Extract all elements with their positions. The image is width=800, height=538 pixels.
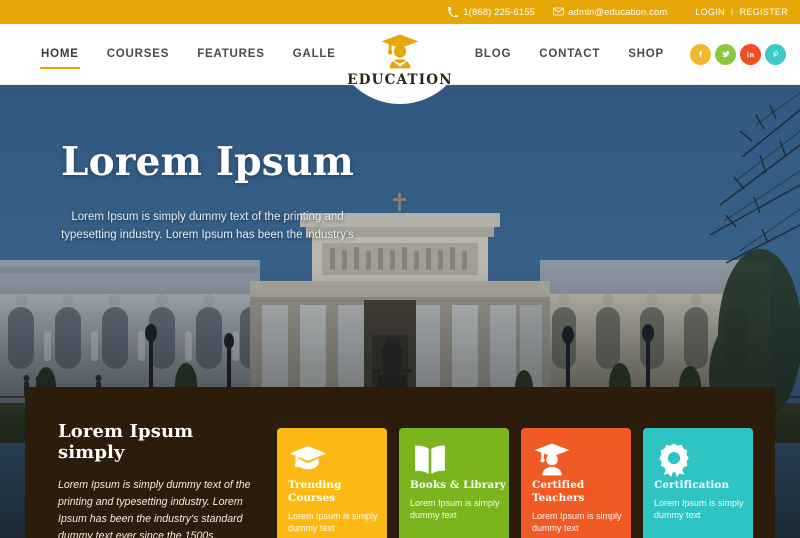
- award-ribbon-icon: [654, 441, 753, 479]
- feature-card-trending-courses[interactable]: Trending Courses Lorem Ipsum is simply d…: [277, 428, 387, 538]
- panel-text-block: Lorem Ipsum simply Lorem Ipsum is simply…: [25, 387, 277, 538]
- phone-contact[interactable]: 1(868) 225-6155: [448, 7, 535, 18]
- feature-cards: Trending Courses Lorem Ipsum is simply d…: [277, 387, 753, 538]
- nav-item-features[interactable]: FEATURES: [183, 43, 279, 65]
- card-title: Trending Courses: [288, 479, 342, 504]
- panel-title: Lorem Ipsum simply: [58, 421, 194, 463]
- nav-item-shop[interactable]: SHOP: [614, 43, 678, 65]
- feature-card-certification[interactable]: Certification Lorem Ipsum is simply dumm…: [643, 428, 753, 538]
- card-title: Books & Library: [410, 479, 507, 491]
- nav-item-courses[interactable]: COURSES: [93, 43, 183, 65]
- nav-item-contact[interactable]: CONTACT: [525, 43, 614, 65]
- top-bar: 1(868) 225-6155 admin@education.com LOGI…: [0, 0, 800, 24]
- phone-number: 1(868) 225-6155: [463, 6, 536, 18]
- features-panel: Lorem Ipsum simply Lorem Ipsum is simply…: [25, 387, 775, 538]
- linkedin-icon[interactable]: [740, 43, 761, 65]
- hero-subtitle: Lorem Ipsum is simply dummy text of the …: [61, 211, 354, 241]
- card-title: Certified Teachers: [532, 479, 585, 504]
- logo-text: EDUCATION: [347, 72, 453, 88]
- twitter-icon[interactable]: [715, 43, 736, 65]
- feature-card-certified-teachers[interactable]: Certified Teachers Lorem Ipsum is simply…: [521, 428, 631, 538]
- graduate-cap-person-icon: [379, 31, 421, 71]
- feature-card-books-library[interactable]: Books & Library Lorem Ipsum is simply du…: [399, 428, 509, 538]
- card-description: Lorem Ipsum is simply dummy text: [532, 511, 622, 533]
- auth-separator: I: [730, 7, 734, 17]
- card-description: Lorem Ipsum is simply dummy text: [654, 498, 744, 520]
- nav-item-home[interactable]: HOME: [27, 43, 93, 69]
- nav-item-blog[interactable]: BLOG: [461, 43, 525, 65]
- panel-description: Lorem Ipsum is simply dummy text of the …: [58, 479, 251, 538]
- envelope-icon: [553, 7, 564, 17]
- card-description: Lorem Ipsum is simply dummy text: [410, 498, 500, 520]
- hero-content: Lorem Ipsum Lorem Ipsum is simply dummy …: [0, 143, 415, 244]
- card-title: Certification: [654, 479, 730, 491]
- graduation-cap-icon: [288, 441, 387, 479]
- email-address: admin@education.com: [568, 6, 668, 18]
- hero-title: Lorem Ipsum: [61, 139, 354, 185]
- login-link[interactable]: LOGIN: [695, 7, 725, 17]
- phone-icon: [448, 7, 459, 17]
- open-book-icon: [410, 441, 509, 479]
- pinterest-icon[interactable]: [765, 43, 786, 65]
- auth-links: LOGIN I REGISTER: [695, 7, 788, 17]
- graduate-person-icon: [532, 441, 631, 479]
- facebook-icon[interactable]: [690, 43, 711, 65]
- email-contact[interactable]: admin@education.com: [553, 7, 667, 18]
- card-description: Lorem Ipsum is simply dummy text: [288, 511, 378, 533]
- register-link[interactable]: REGISTER: [740, 7, 788, 17]
- nav-left-group: HOME COURSES FEATURES GALLERY: [27, 43, 367, 69]
- social-links: [690, 43, 786, 65]
